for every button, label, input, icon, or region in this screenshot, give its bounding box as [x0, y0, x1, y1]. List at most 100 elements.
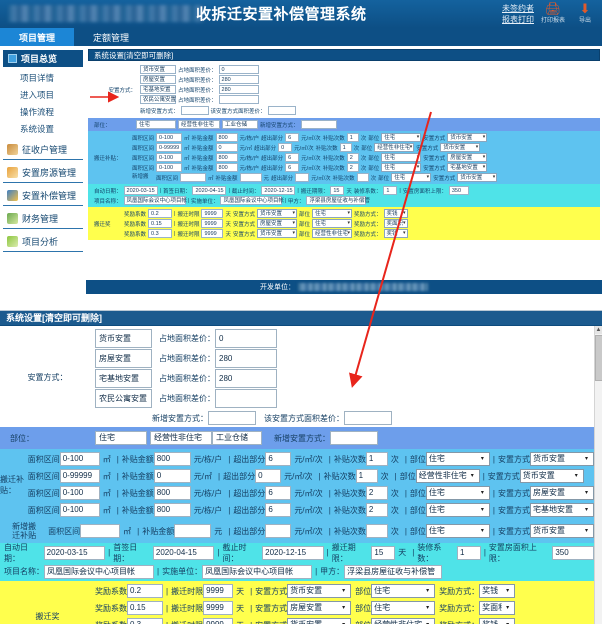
deadline-input[interactable]: 2020-12-15: [261, 186, 295, 195]
part-value-input[interactable]: 经营性非住宅: [150, 431, 212, 445]
placement-name-input[interactable]: 货币安置: [95, 329, 152, 348]
amount-input[interactable]: 800: [154, 452, 191, 466]
times-input[interactable]: 2: [366, 486, 388, 500]
over-input[interactable]: 6: [285, 163, 299, 172]
auto-date-input[interactable]: 2020-03-15: [124, 186, 158, 195]
sidebar-item-household-mgmt[interactable]: 征收户管理: [3, 139, 83, 160]
party-a-input[interactable]: 浮梁县房屋征收与补偿管: [344, 565, 442, 579]
placement-new-price-input[interactable]: [344, 411, 392, 425]
first-date-input[interactable]: 2020-04-15: [153, 546, 215, 560]
placement-value-input[interactable]: [215, 389, 277, 408]
placement-new-price-input[interactable]: [268, 106, 296, 115]
amount-input[interactable]: 800: [216, 153, 238, 162]
placement-name-input[interactable]: 房屋安置: [95, 349, 152, 368]
coef-input[interactable]: 0.2: [127, 584, 163, 598]
method-select[interactable]: 货币安置 ▾: [287, 584, 351, 598]
method-select[interactable]: 房屋安置 ▾: [287, 601, 351, 615]
part-select[interactable]: 经营性非住宅 ▾: [416, 469, 480, 483]
times-input[interactable]: 1: [366, 452, 388, 466]
part-select[interactable]: 住宅: [381, 133, 421, 142]
sidebar-item-finance-mgmt[interactable]: 财务管理: [3, 208, 83, 229]
method-select[interactable]: 货币安置: [440, 143, 480, 152]
first-date-input[interactable]: 2020-04-15: [192, 186, 226, 195]
export-icon-button[interactable]: ⬇ 导出: [572, 2, 598, 24]
part-select[interactable]: 住宅 ▾: [426, 452, 490, 466]
sidebar-item-compensation-mgmt[interactable]: 安置补偿管理: [3, 185, 83, 206]
placement-new-input[interactable]: [208, 411, 256, 425]
amount-input[interactable]: 800: [154, 486, 191, 500]
decor-input[interactable]: 1: [383, 186, 397, 195]
sidebar-item-project-analysis[interactable]: 项目分析: [3, 231, 83, 252]
award-period-input[interactable]: 9999: [203, 584, 233, 598]
part-select[interactable]: 住宅: [312, 219, 352, 228]
placement-value[interactable]: 280: [219, 75, 259, 84]
method-select[interactable]: 宅基地安置: [447, 163, 487, 172]
party-a-input[interactable]: 浮梁县房屋征收与补偿管: [306, 196, 366, 205]
auto-date-input[interactable]: 2020-03-15: [44, 546, 106, 560]
part-value[interactable]: 住宅: [136, 120, 176, 129]
times-input[interactable]: 2: [347, 163, 359, 172]
method-select[interactable]: 房屋安置: [447, 153, 487, 162]
placement-new-input[interactable]: [181, 106, 209, 115]
sidebar-item-system-settings[interactable]: 系统设置: [3, 120, 83, 137]
coef-input[interactable]: 0.3: [127, 618, 163, 624]
range-input[interactable]: [180, 173, 206, 182]
times-input[interactable]: 2: [347, 153, 359, 162]
method-select[interactable]: 货币安置 ▾: [530, 452, 594, 466]
part-select[interactable]: 住宅: [391, 173, 431, 182]
amount-input[interactable]: 0: [216, 143, 238, 152]
amount-input[interactable]: 800: [154, 503, 191, 517]
period-input[interactable]: 15: [371, 546, 395, 560]
award-type-select[interactable]: 奖钱: [384, 209, 408, 218]
coef-input[interactable]: 0.15: [148, 219, 172, 228]
parts-new-input[interactable]: [301, 120, 337, 129]
range-input[interactable]: 0-100: [60, 486, 100, 500]
times-input[interactable]: 1: [340, 143, 352, 152]
over-input[interactable]: 0: [278, 143, 292, 152]
tab-quota-management[interactable]: 定额管理: [74, 28, 148, 46]
scroll-thumb[interactable]: [595, 335, 602, 381]
sidebar-item-operation-flow[interactable]: 操作流程: [3, 103, 83, 120]
printer-icon-button[interactable]: 🖨 打印报表: [540, 2, 566, 24]
over-input[interactable]: 6: [265, 503, 291, 517]
sidebar-head-overview[interactable]: 项目总览: [3, 50, 83, 67]
cap-input[interactable]: 350: [552, 546, 594, 560]
deadline-input[interactable]: 2020-12-15: [262, 546, 324, 560]
method-select[interactable]: 宅基地安置 ▾: [530, 503, 594, 517]
range-input[interactable]: 0-100: [156, 153, 182, 162]
method-select[interactable]: 货币安置 ▾: [520, 469, 584, 483]
impl-unit-input[interactable]: 凤凰国际会议中心项目帐: [220, 196, 282, 205]
placement-name-input[interactable]: 宅基地安置: [95, 369, 152, 388]
award-type-select[interactable]: 奖钱 ▾: [479, 584, 515, 598]
project-name-input[interactable]: 凤凰国际会议中心项目帐: [124, 196, 186, 205]
coef-input[interactable]: 0.15: [127, 601, 163, 615]
part-value[interactable]: 工业仓储: [222, 120, 258, 129]
method-select[interactable]: 货币安置: [457, 173, 497, 182]
range-input[interactable]: 0-100: [60, 503, 100, 517]
range-input[interactable]: 0-99999: [156, 143, 182, 152]
times-input[interactable]: 2: [366, 503, 388, 517]
placement-name[interactable]: 宅基地安置: [140, 85, 176, 94]
placement-name[interactable]: 货币安置: [140, 65, 176, 74]
method-select[interactable]: 货币安置: [447, 133, 487, 142]
over-input[interactable]: [295, 173, 309, 182]
part-select[interactable]: 住宅 ▾: [371, 584, 435, 598]
placement-name-input[interactable]: 农民公寓安置: [95, 389, 152, 408]
amount-input[interactable]: 800: [216, 133, 238, 142]
amount-input[interactable]: 800: [216, 163, 238, 172]
scroll-up-icon[interactable]: ▲: [595, 326, 602, 334]
decor-input[interactable]: 1: [457, 546, 481, 560]
times-input[interactable]: [366, 524, 388, 538]
sidebar-item-housing-source-mgmt[interactable]: 安置房源管理: [3, 162, 83, 183]
part-value-input[interactable]: 住宅: [95, 431, 147, 445]
impl-unit-input[interactable]: 凤凰国际会议中心项目帐: [202, 565, 312, 579]
placement-value-input[interactable]: 280: [215, 369, 277, 388]
part-select[interactable]: 住宅 ▾: [426, 503, 490, 517]
period-input[interactable]: 9999: [201, 229, 223, 238]
project-name-input[interactable]: 凤凰国际会议中心项目帐: [44, 565, 154, 579]
part-select[interactable]: 住宅 ▾: [426, 486, 490, 500]
method-select[interactable]: 货币安置: [257, 209, 297, 218]
period-input[interactable]: 9999: [201, 219, 223, 228]
range-input[interactable]: 0-100: [156, 163, 182, 172]
range-input[interactable]: 0-100: [60, 452, 100, 466]
